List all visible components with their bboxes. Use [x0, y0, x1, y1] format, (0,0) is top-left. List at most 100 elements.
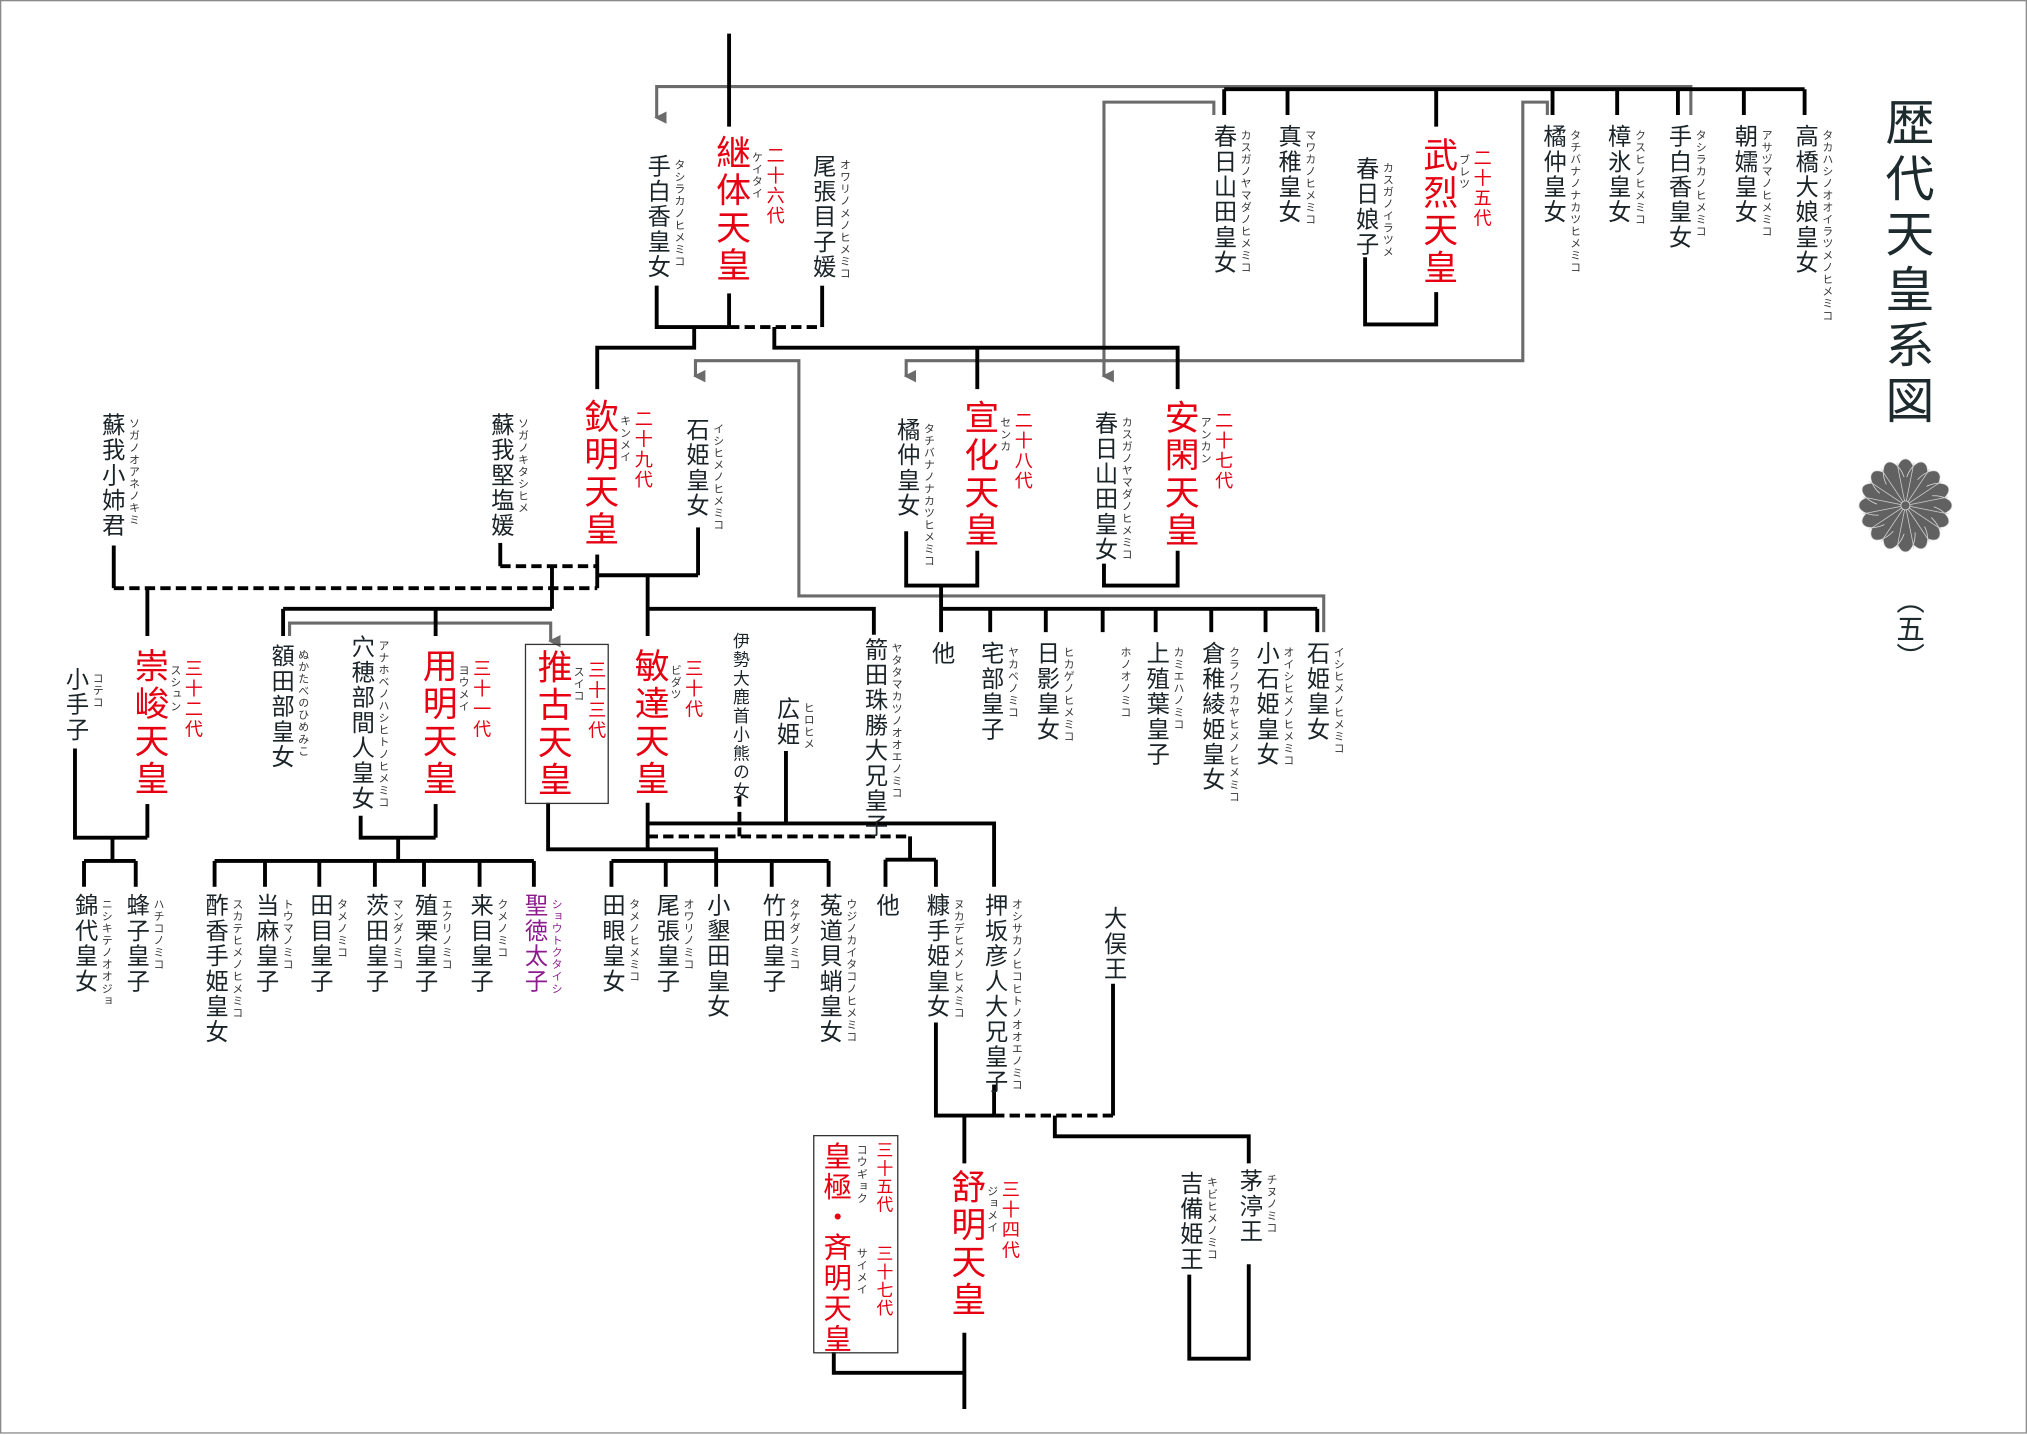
- person-reading: タカハシノオオイラツメノヒメミコ: [1820, 129, 1834, 322]
- person-reading: クメノミコ: [495, 898, 509, 959]
- lineage-line: [831, 1352, 965, 1375]
- person-reading: ソガノキタシヒメ: [515, 417, 529, 514]
- emperor-name: 用明天皇: [416, 647, 457, 798]
- person-node: 安閑天皇 アンカン 二十七代: [1158, 399, 1233, 550]
- person-node: 茨田皇子 マンダノミコ: [361, 893, 404, 995]
- person-node-kogyoku-saimei: 皇極・斉明天皇 コウギョク サイメイ 三十五代 三十七代: [813, 1134, 899, 1355]
- person-name: 来目皇子: [466, 893, 494, 995]
- person-node: 酢香手姫皇女 スカテヒメノヒメミコ: [202, 893, 243, 1044]
- person-reading: マンダノミコ: [390, 898, 404, 971]
- emperor-name: 安閑天皇: [1158, 399, 1199, 550]
- person-node: 田目皇子 タメノミコ: [306, 893, 348, 994]
- person-node: 穴穂部間人皇女 アナホベノハシヒトノヒメミコ: [347, 634, 390, 812]
- person-node: 橘仲皇女 タチバナノナカツヒメミコ: [1540, 124, 1581, 273]
- person-reading: ハチコノミコ: [151, 898, 165, 971]
- person-node: 小手子 コテコ: [62, 667, 104, 743]
- person-node: 春日山田皇女 カスガノヤマダノヒメミコ: [1091, 411, 1133, 562]
- person-name: 当麻皇子: [252, 893, 280, 995]
- person-name: 殖栗皇子: [411, 893, 439, 995]
- person-node: 石姫皇女 イシヒメノヒメミコ: [1303, 641, 1345, 755]
- person-reading: カスガノヤマダノヒメミコ: [1119, 416, 1133, 561]
- generation-label: 二十八代: [1012, 411, 1033, 492]
- generation-label: 二十五代: [1471, 148, 1492, 229]
- person-node: ホノオノミコ: [1091, 641, 1131, 718]
- generation-label: 三十七代: [872, 1244, 892, 1318]
- person-reading: チヌノミコ: [1264, 1173, 1278, 1234]
- person-node: 継体天皇 ケイタイ 二十六代: [709, 134, 785, 285]
- person-reading: タメノミコ: [334, 898, 348, 959]
- person-name: 伊勢大鹿首小熊の女: [729, 632, 749, 801]
- emperor-name: 推古天皇: [531, 648, 572, 799]
- person-node: 敏達天皇 ビダツ 三十代: [628, 647, 703, 798]
- lineage-line: [1052, 1115, 1251, 1164]
- person-node: 大俣王: [1100, 906, 1127, 982]
- generation-label: 三十四代: [999, 1180, 1020, 1261]
- person-node: 真稚皇女 マワカノヒメミコ: [1275, 124, 1316, 225]
- person-reading: オイシヒメノヒメミコ: [1281, 646, 1294, 767]
- person-reading: キンメイ: [617, 414, 631, 464]
- generation-label: 三十三代: [585, 660, 607, 741]
- person-name: 小手子: [62, 667, 90, 743]
- person-node: 石姫皇女 イシヒメノヒメミコ: [683, 418, 724, 531]
- person-reading: センカ: [997, 416, 1011, 453]
- person-reading: イシヒメノヒメミコ: [1331, 646, 1345, 755]
- person-name: 蘇我小姉君: [98, 412, 126, 539]
- person-name: 他: [928, 641, 956, 667]
- person-name: 石姫皇女: [1303, 641, 1331, 743]
- lineage-line: [647, 821, 997, 887]
- lineage-line: [647, 606, 876, 635]
- person-reading: アナホベノハシヒトノヒメミコ: [376, 639, 390, 809]
- person-name: 蜂子皇子: [122, 893, 150, 995]
- person-name: 春日山田皇女: [1209, 124, 1238, 276]
- person-reading: ウジノカイタコノヒメミコ: [844, 898, 858, 1043]
- person-node: 欽明天皇 キンメイ 二十九代: [578, 398, 653, 548]
- person-node: 他: [928, 641, 956, 667]
- person-reading: ヒロヒメ: [801, 701, 815, 751]
- person-node: 手白香皇女 タシラカノヒメミコ: [1665, 124, 1706, 250]
- person-reading: ジョメイ: [985, 1185, 998, 1234]
- person-node: 崇峻天皇 スシュン 三十二代: [128, 648, 203, 798]
- person-node: 手白香皇女 タシラカノヒメミコ: [644, 154, 685, 280]
- person-reading: ぬかたべのひめみこ: [296, 648, 309, 758]
- emperor-name: 継体天皇: [709, 134, 750, 285]
- lineage-line: [595, 327, 697, 390]
- person-reading: カスガノイラツメ: [1380, 161, 1394, 258]
- person-name: 茨田皇子: [361, 893, 390, 995]
- genealogy-chart: 歴代天皇系図 （五） 皇極・斉明天皇 コウギョク サイメイ 三十五代 三十七代 …: [0, 0, 2027, 1434]
- person-name: 竹田皇子: [758, 893, 786, 995]
- person-node: 田眼皇女 タメノヒメミコ: [599, 893, 640, 994]
- person-name: 皇極・斉明天皇: [818, 1141, 851, 1355]
- chrysanthemum-crest-icon: [1858, 458, 1953, 553]
- person-reading: カミエハノミコ: [1171, 646, 1185, 731]
- person-node: 当麻皇子 トウマノミコ: [252, 893, 293, 995]
- person-reading: タケダノミコ: [787, 898, 801, 971]
- person-node: 他: [873, 893, 900, 918]
- person-node: 聖徳太子 ショウトクタイシ: [521, 893, 562, 994]
- person-reading: ヤタタマカツノオオエノミコ: [889, 642, 903, 799]
- person-reading: ヒカゲノヒメミコ: [1061, 646, 1075, 743]
- person-node: 朝嬬皇女 アサヅマノヒメミコ: [1731, 124, 1773, 238]
- emperor-name: 敏達天皇: [628, 647, 669, 798]
- person-reading: アサヅマノヒメミコ: [1759, 129, 1773, 238]
- person-node: 推古天皇 スイコ 三十三代: [531, 648, 607, 799]
- generation-label: 三十一代: [470, 659, 492, 740]
- person-name: 穴穂部間人皇女: [347, 634, 375, 812]
- person-name: 蘇我堅塩媛: [487, 412, 515, 539]
- person-reading: サイメイ: [854, 1247, 868, 1296]
- person-name: 額田部皇女: [267, 643, 295, 770]
- lineage-line: [1187, 1264, 1251, 1361]
- generation-label: 二十九代: [632, 409, 653, 490]
- person-node: 樟氷皇女 クスヒノヒメミコ: [1604, 124, 1645, 225]
- person-reading: イシヒメノヒメミコ: [710, 422, 724, 531]
- volume-number: （五）: [1891, 585, 1924, 671]
- person-reading: コテコ: [90, 672, 104, 709]
- person-name: 糠手姫皇女: [922, 893, 951, 1020]
- cross-reference-line: [288, 621, 561, 648]
- person-node: 伊勢大鹿首小熊の女: [729, 632, 749, 801]
- person-name: 茅渟王: [1235, 1168, 1263, 1245]
- person-name: 日影皇女: [1032, 641, 1061, 743]
- person-name: 錦代皇女: [71, 893, 99, 995]
- person-node: 押坂彦人大兄皇子 オシサカノヒコヒトノオオエノミコ: [981, 893, 1022, 1095]
- person-reading: タチバナノナカツヒメミコ: [921, 422, 935, 567]
- person-node: 高橋大娘皇女 タカハシノオオイラツメノヒメミコ: [1792, 124, 1834, 322]
